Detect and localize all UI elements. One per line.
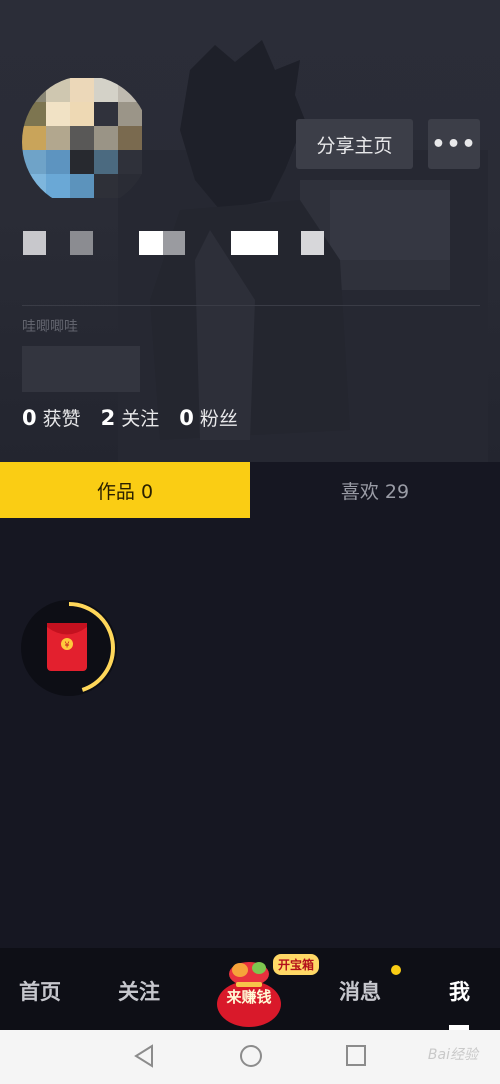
svg-text:¥: ¥ xyxy=(64,641,69,650)
share-profile-button[interactable]: 分享主页 xyxy=(296,119,413,169)
profile-stats: 0 获赞 2 关注 0 粉丝 xyxy=(22,404,238,431)
back-icon[interactable] xyxy=(132,1043,156,1069)
stat-label: 关注 xyxy=(121,408,160,430)
recents-square-icon[interactable] xyxy=(344,1043,368,1069)
watermark: Bai经验 xyxy=(427,1047,478,1063)
tab-likes[interactable]: 喜欢 29 xyxy=(250,462,500,518)
stat-followers[interactable]: 0 粉丝 xyxy=(179,404,238,431)
earn-money-button[interactable]: 开宝箱 来赚钱 xyxy=(212,952,332,1032)
stat-label: 粉丝 xyxy=(199,408,238,430)
username-pixelated xyxy=(0,231,500,255)
notification-dot xyxy=(391,965,401,975)
stat-likes-received[interactable]: 0 获赞 xyxy=(22,404,81,431)
stat-number: 2 xyxy=(100,406,116,430)
home-circle-icon[interactable] xyxy=(238,1043,264,1069)
nav-me[interactable]: 我 xyxy=(449,976,470,1006)
stat-number: 0 xyxy=(22,406,37,430)
red-envelope-widget[interactable]: ¥ xyxy=(21,600,117,696)
profile-tabs: 作品 0 喜欢 29 xyxy=(0,462,500,518)
nav-messages[interactable]: 消息 xyxy=(339,976,381,1006)
nav-follow[interactable]: 关注 xyxy=(118,976,160,1006)
red-envelope-icon: ¥ xyxy=(47,623,87,671)
system-nav-bar: Bai经验 xyxy=(0,1030,500,1084)
stat-following[interactable]: 2 关注 xyxy=(101,404,160,431)
header-divider xyxy=(22,305,480,306)
more-options-button[interactable]: ••• xyxy=(428,119,480,169)
tab-works[interactable]: 作品 0 xyxy=(0,462,250,518)
avatar[interactable] xyxy=(22,76,150,208)
stat-number: 0 xyxy=(179,406,194,430)
profile-header: 分享主页 ••• 哇唧唧哇 0 获赞 2 关注 0 粉丝 xyxy=(0,0,500,462)
stat-label: 获赞 xyxy=(42,408,81,430)
avatar-pixelated xyxy=(22,78,150,198)
nav-home[interactable]: 首页 xyxy=(19,976,61,1006)
bio-text: 哇唧唧哇 xyxy=(22,319,78,335)
blurred-info xyxy=(22,346,140,392)
earn-label: 来赚钱 xyxy=(226,988,272,1006)
treasure-chest-label[interactable]: 开宝箱 xyxy=(273,954,320,975)
